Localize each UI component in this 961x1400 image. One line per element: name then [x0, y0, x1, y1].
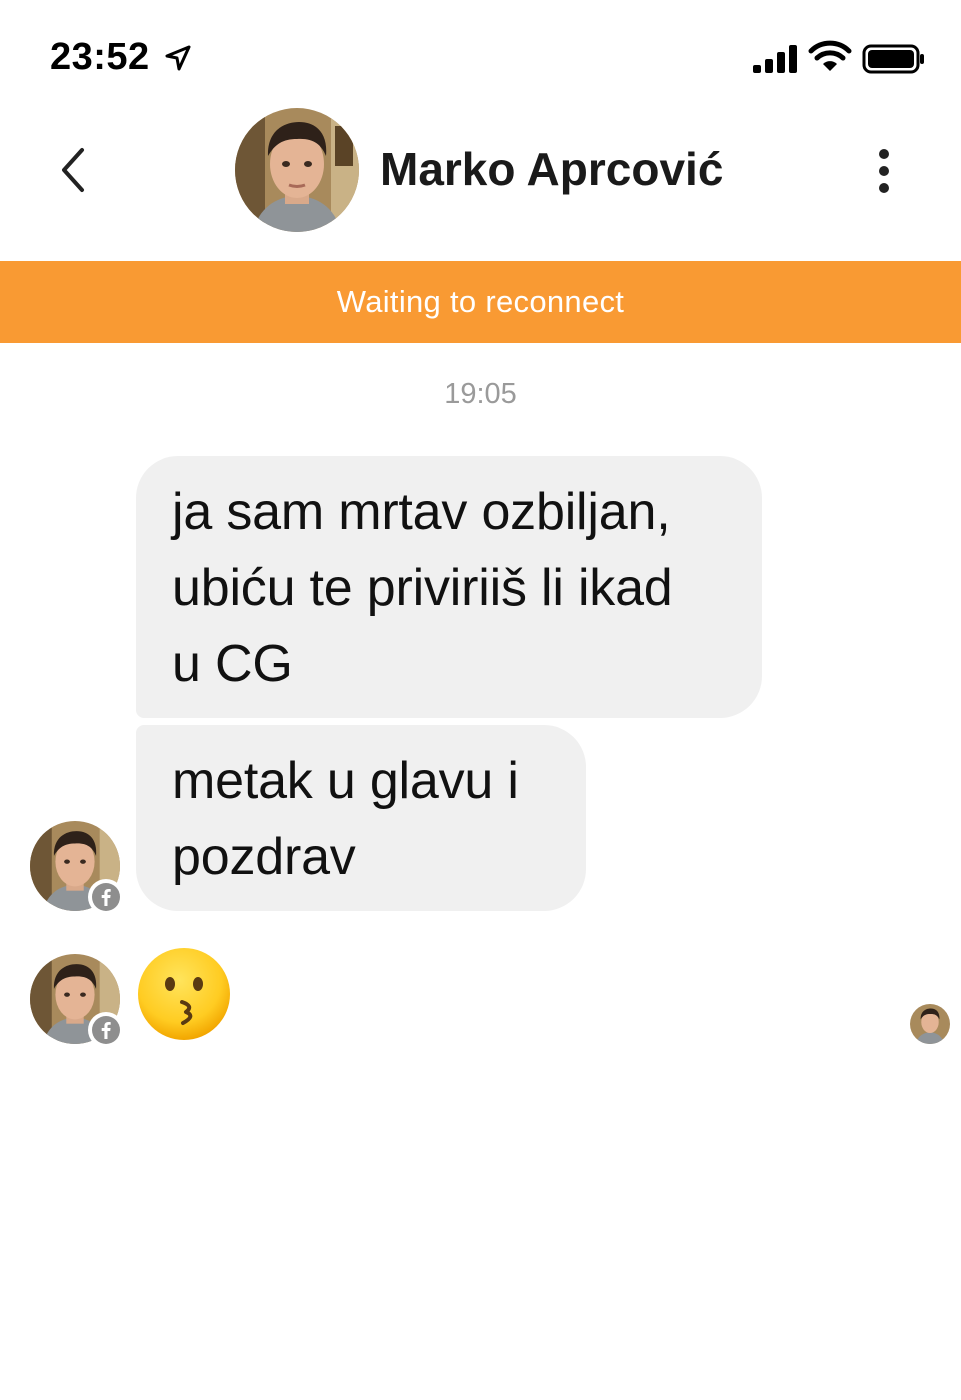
message-line: ja sam mrtav ozbiljan,: [172, 483, 671, 541]
more-options-button[interactable]: [864, 144, 904, 200]
message-line: metak u glavu i: [172, 752, 519, 810]
battery-icon: [862, 44, 924, 74]
status-bar: 23:52: [0, 0, 961, 100]
message-timestamp: 19:05: [444, 378, 517, 410]
facebook-icon: [88, 879, 124, 915]
reconnect-banner: Waiting to reconnect: [0, 261, 961, 343]
facebook-icon: [88, 1012, 124, 1048]
location-arrow-icon: [165, 45, 191, 71]
sender-avatar[interactable]: [30, 954, 124, 1048]
message-line: pozdrav: [172, 828, 356, 886]
seen-indicator-avatar: [910, 1004, 950, 1044]
reconnect-banner-text: Waiting to reconnect: [336, 284, 625, 319]
cellular-signal-icon: [753, 45, 797, 73]
message-line: u CG: [172, 635, 293, 693]
contact-photo: [235, 108, 359, 232]
wifi-icon: [808, 40, 852, 71]
status-time: 23:52: [50, 36, 150, 78]
message-bubble[interactable]: ja sam mrtav ozbiljan, ubiću te privirii…: [136, 456, 762, 718]
back-button[interactable]: [50, 140, 98, 200]
message-line: ubiću te priviriiš li ikad: [172, 559, 673, 617]
kissing-face-emoji[interactable]: [136, 946, 232, 1042]
sender-avatar[interactable]: [30, 821, 124, 915]
messenger-chat-screen: 23:52 Marko Aprcović Waiting to reconnec…: [0, 0, 961, 1400]
chat-header: Marko Aprcović: [0, 100, 961, 260]
contact-avatar[interactable]: [235, 108, 359, 232]
message-bubble[interactable]: metak u glavu i pozdrav: [136, 725, 586, 911]
contact-name[interactable]: Marko Aprcović: [380, 142, 723, 196]
